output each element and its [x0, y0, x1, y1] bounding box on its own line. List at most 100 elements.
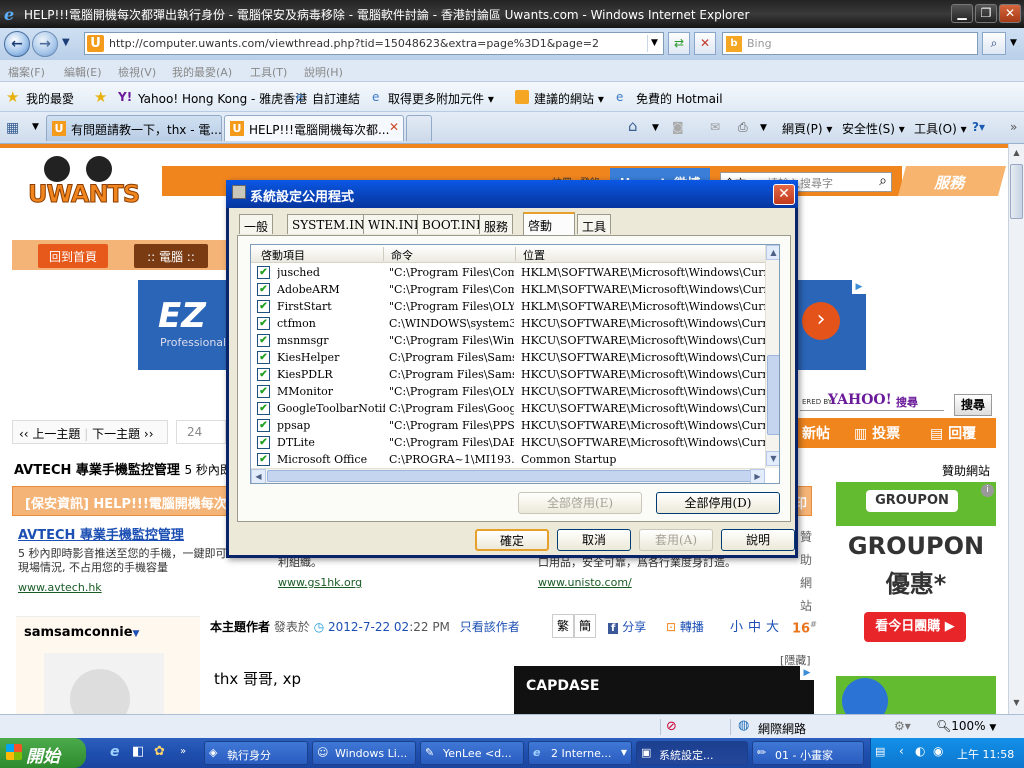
scroll-thumb[interactable]	[1010, 164, 1023, 219]
keyboard-icon[interactable]: ▤	[875, 745, 885, 758]
security-zone[interactable]: 網際網路	[758, 720, 806, 737]
username-link[interactable]: samsamconnie▼	[24, 625, 139, 640]
history-dropdown-icon[interactable]: ▼	[62, 37, 70, 48]
home-nav-button[interactable]: 回到首頁	[38, 244, 108, 268]
startup-row[interactable]: ✔ MMonitor "C:\Program Files\OLY... HKCU\SO…	[251, 383, 767, 400]
ok-button[interactable]: 確定	[475, 529, 549, 551]
ad-url[interactable]: www.unisto.com/	[538, 576, 798, 589]
feeds-icon[interactable]: ◙	[672, 120, 684, 134]
uwants-logo[interactable]: UWANTS	[27, 156, 141, 214]
new-post-button[interactable]: 新帖	[802, 423, 830, 443]
search-input[interactable]: Bing	[747, 37, 772, 50]
startup-checkbox[interactable]: ✔	[257, 385, 270, 398]
tab-win-ini[interactable]: WIN.INI	[363, 214, 424, 234]
task-windows-live[interactable]: ☺ Windows Li...	[312, 741, 416, 765]
adchoices-icon[interactable]: ▶	[800, 666, 814, 680]
startup-row[interactable]: ✔ DTLite "C:\Program Files\DAE... HKCU\SOFT…	[251, 434, 767, 451]
startup-list[interactable]: 啓動項目 命令 位置 ✔ jusched "C:\Program Files\Com…	[250, 244, 780, 484]
apply-button[interactable]: 套用(A)	[639, 529, 713, 551]
startup-checkbox[interactable]: ✔	[257, 402, 270, 415]
font-large-link[interactable]: 大	[766, 616, 779, 635]
avatar[interactable]	[44, 653, 164, 714]
disable-all-button[interactable]: 全部停用(D)	[656, 492, 780, 514]
startup-row[interactable]: ✔ jusched "C:\Program Files\Com... HKLM\SOF…	[251, 264, 767, 281]
fav-get-addons[interactable]: 取得更多附加元件 ▾	[388, 90, 494, 107]
startup-row[interactable]: ✔ FirstStart "C:\Program Files\OLY... HKLM\…	[251, 298, 767, 315]
reply-button[interactable]: ▤ 回覆	[930, 423, 976, 443]
menu-view[interactable]: 檢視(V)	[118, 64, 156, 80]
favorites-star-icon[interactable]: ★	[6, 88, 19, 106]
startup-checkbox[interactable]: ✔	[257, 453, 270, 466]
new-tab-button[interactable]	[406, 115, 432, 141]
zoom-dropdown-icon[interactable]: ▼	[989, 723, 996, 733]
forward-link[interactable]: ⊡ 轉播	[666, 618, 704, 635]
quicklaunch-desktop-icon[interactable]: ◧	[132, 744, 144, 759]
quicklaunch-expand-icon[interactable]: »	[180, 746, 186, 757]
col-startup-item[interactable]: 啓動項目	[261, 247, 305, 263]
startup-checkbox[interactable]: ✔	[257, 283, 270, 296]
addon-icon[interactable]: ⚙▾	[894, 719, 911, 733]
clock[interactable]: 上午 11:58	[957, 746, 1014, 762]
search-box[interactable]: b Bing	[722, 32, 978, 55]
info-icon[interactable]: i	[981, 484, 994, 497]
font-medium-link[interactable]: 中	[748, 616, 761, 635]
page-scrollbar[interactable]: ▲ ▼	[1008, 144, 1024, 714]
startup-row[interactable]: ✔ KiesPDLR C:\Program Files\Samsu... HKCU\S…	[251, 366, 767, 383]
tab-list-dropdown-icon[interactable]: ▼	[32, 122, 39, 132]
tab-services[interactable]: 服務	[479, 214, 514, 234]
startup-row[interactable]: ✔ KiesHelper C:\Program Files\Samsu... HKCU…	[251, 349, 767, 366]
quicklaunch-ie-icon[interactable]: e	[110, 744, 120, 760]
scroll-down-icon[interactable]: ▼	[766, 451, 779, 466]
adchoices-icon[interactable]: ▶	[852, 280, 866, 294]
fav-custom-links[interactable]: 自訂連結	[312, 90, 360, 107]
traditional-button[interactable]: 繁	[552, 614, 574, 638]
startup-checkbox[interactable]: ✔	[257, 368, 270, 381]
tray-expand-icon[interactable]: ‹	[899, 744, 904, 758]
close-tab-icon[interactable]: ✕	[389, 120, 399, 134]
window-titlebar[interactable]: e HELP!!!電腦開機每次都彈出執行身份 - 電腦保安及病毒移除 - 電腦軟…	[0, 0, 1024, 28]
chevron-right-icon[interactable]: »	[1010, 120, 1017, 134]
tab-general[interactable]: 一般	[239, 214, 274, 234]
col-location[interactable]: 位置	[523, 247, 545, 263]
list-hscrollbar[interactable]: ◀ ▶	[251, 468, 765, 483]
task-ie-group[interactable]: e 2 Interne... ▼	[528, 741, 632, 765]
menu-favorites[interactable]: 我的最愛(A)	[172, 64, 232, 80]
font-small-link[interactable]: 小	[730, 616, 743, 635]
mail-icon[interactable]: ✉	[710, 120, 720, 134]
tab-help[interactable]: U HELP!!!電腦開機每次都... ✕	[224, 115, 404, 141]
scroll-up-icon[interactable]: ▲	[1010, 146, 1023, 160]
favorites-button[interactable]: 我的最愛	[26, 90, 74, 107]
startup-row[interactable]: ✔ Microsoft Office C:\PROGRA~1\MI193... Com…	[251, 451, 765, 468]
task-msconfig[interactable]: ▣ 系統設定...	[636, 741, 748, 765]
network-icon[interactable]: ◉	[933, 744, 943, 758]
page-menu[interactable]: 網頁(P) ▾	[782, 120, 832, 137]
task-paint[interactable]: ✏ 01 - 小畫家	[752, 741, 864, 765]
cancel-button[interactable]: 取消	[557, 529, 631, 551]
startup-checkbox[interactable]: ✔	[257, 436, 270, 449]
scroll-down-icon[interactable]: ▼	[1010, 696, 1023, 710]
prev-topic-link[interactable]: ‹‹ 上一主題	[19, 427, 80, 441]
search-options-icon[interactable]: ▼	[1010, 38, 1017, 48]
user-menu-dropdown-icon[interactable]: ▼	[133, 629, 140, 639]
help-icon[interactable]: ?▾	[972, 120, 985, 134]
services-menu[interactable]: 服務	[897, 166, 1007, 196]
vote-button[interactable]: ▥ 投票	[854, 423, 900, 443]
startup-checkbox[interactable]: ✔	[257, 300, 270, 313]
startup-row[interactable]: ✔ ctfmon C:\WINDOWS\system3... HKCU\SOFTWAR…	[251, 315, 767, 332]
only-author-link[interactable]: 只看該作者	[460, 620, 520, 634]
fav-yahoo-hk[interactable]: Yahoo! Hong Kong - 雅虎香港	[138, 90, 307, 107]
maximize-button[interactable]: ❐	[975, 4, 997, 23]
menu-tools[interactable]: 工具(T)	[250, 64, 287, 80]
safety-menu[interactable]: 安全性(S) ▾	[842, 120, 905, 137]
add-favorite-icon[interactable]: ★	[94, 88, 107, 106]
scroll-left-icon[interactable]: ◀	[251, 469, 266, 483]
quick-tabs-icon[interactable]: ▦	[6, 120, 19, 136]
startup-checkbox[interactable]: ✔	[257, 419, 270, 432]
groupon-ad[interactable]: GROUPON i GROUPON 優惠* 看今日團購 ▶	[836, 482, 996, 714]
sponsor-title[interactable]: AVTECH 專業手機監控管理	[14, 463, 180, 478]
ad-url[interactable]: www.gs1hk.org	[278, 576, 528, 589]
ad-arrow-icon[interactable]: ›	[802, 302, 840, 340]
dialog-titlebar[interactable]: 系統設定公用程式 ✕	[226, 180, 798, 208]
startup-checkbox[interactable]: ✔	[257, 334, 270, 347]
list-vscrollbar[interactable]: ▲ ▼	[765, 245, 779, 468]
